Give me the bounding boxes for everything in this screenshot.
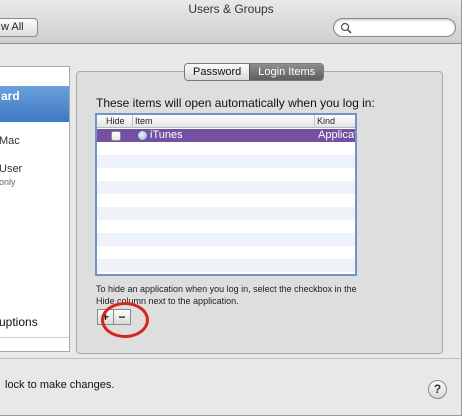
lock-message: lock to make changes.: [5, 379, 115, 391]
empty-row: [97, 155, 355, 168]
column-separator: [132, 115, 133, 128]
table-header: Hide Item Kind: [97, 115, 355, 128]
tab-password[interactable]: Password: [185, 64, 250, 80]
show-all-button[interactable]: w All: [0, 18, 38, 37]
login-items-table[interactable]: Hide Item Kind iTunes Application: [95, 113, 357, 276]
search-field[interactable]: [333, 18, 456, 37]
empty-row: [97, 207, 355, 220]
sidebar-item-mac[interactable]: Mac: [0, 135, 20, 147]
itunes-icon: [137, 130, 148, 141]
sidebar-item-user[interactable]: User: [0, 163, 22, 175]
column-header-kind[interactable]: Kind: [317, 116, 335, 126]
empty-row: [97, 181, 355, 194]
search-icon: [340, 22, 352, 34]
empty-row: [97, 259, 355, 272]
annotation-circle: [101, 302, 149, 338]
sidebar-selected-item[interactable]: ard: [0, 86, 69, 122]
title-bar: Users & Groups w All: [0, 0, 461, 44]
window-title: Users & Groups: [188, 2, 274, 16]
login-items-heading: These items will open automatically when…: [96, 96, 375, 110]
login-options-item[interactable]: uptions: [0, 315, 38, 329]
column-header-item[interactable]: Item: [135, 116, 153, 126]
help-button[interactable]: ?: [428, 380, 447, 399]
sidebar-item-user-sub: only: [0, 177, 16, 187]
users-groups-window: Users & Groups w All ard Mac User only u…: [0, 0, 462, 416]
item-name: iTunes: [150, 129, 183, 141]
empty-row: [97, 233, 355, 246]
hide-checkbox[interactable]: [111, 131, 121, 141]
item-kind: Application: [318, 129, 357, 141]
tab-bar: Password Login Items: [184, 63, 325, 81]
column-header-hide[interactable]: Hide: [106, 116, 125, 126]
column-separator: [314, 115, 315, 128]
sidebar-divider: [0, 337, 69, 338]
users-sidebar: ard Mac User only uptions: [0, 66, 70, 352]
table-row[interactable]: iTunes Application: [97, 129, 355, 142]
tab-login-items[interactable]: Login Items: [249, 64, 324, 80]
